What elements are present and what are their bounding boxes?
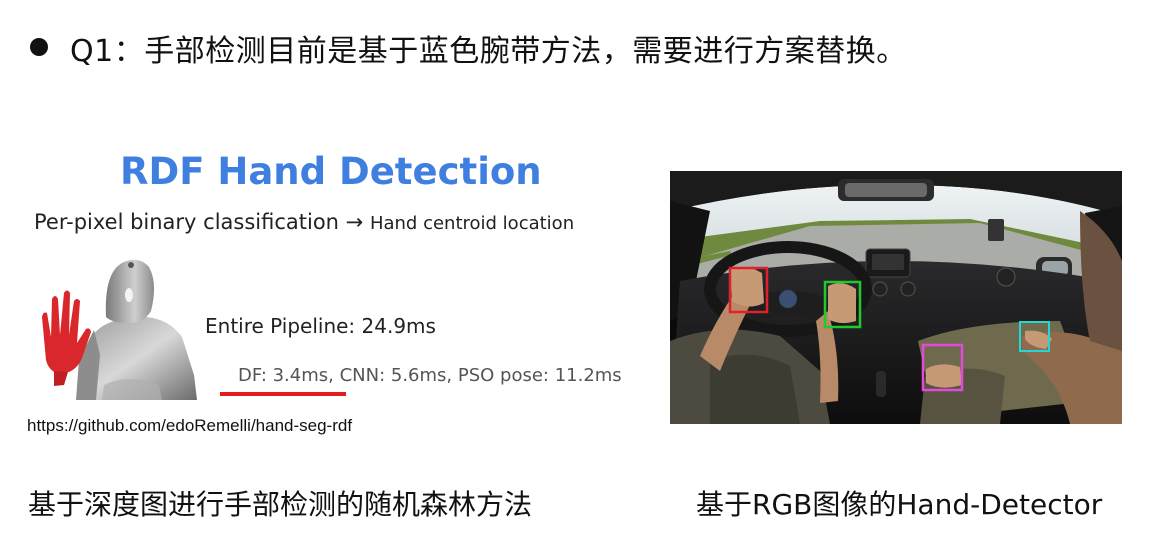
car-interior-image bbox=[670, 171, 1122, 424]
right-caption: 基于RGB图像的Hand-Detector bbox=[696, 488, 1103, 521]
github-link[interactable]: https://github.com/edoRemelli/hand-seg-r… bbox=[27, 416, 352, 436]
rdf-subtitle-main: Per-pixel binary classification → bbox=[34, 210, 370, 234]
slide-heading: Q1：手部检测目前是基于蓝色腕带方法，需要进行方案替换。 bbox=[70, 34, 907, 69]
component-timings: DF: 3.4ms, CNN: 5.6ms, PSO pose: 11.2ms bbox=[238, 365, 622, 386]
depth-image bbox=[34, 255, 199, 400]
red-underline bbox=[220, 392, 346, 396]
left-caption: 基于深度图进行手部检测的随机森林方法 bbox=[28, 488, 533, 521]
rdf-subtitle-small: Hand centroid location bbox=[369, 213, 575, 234]
pipeline-time: Entire Pipeline: 24.9ms bbox=[205, 314, 436, 338]
rdf-subtitle: Per-pixel binary classification → Hand c… bbox=[34, 210, 574, 234]
rdf-title: RDF Hand Detection bbox=[120, 150, 542, 193]
bullet-point bbox=[30, 38, 48, 56]
